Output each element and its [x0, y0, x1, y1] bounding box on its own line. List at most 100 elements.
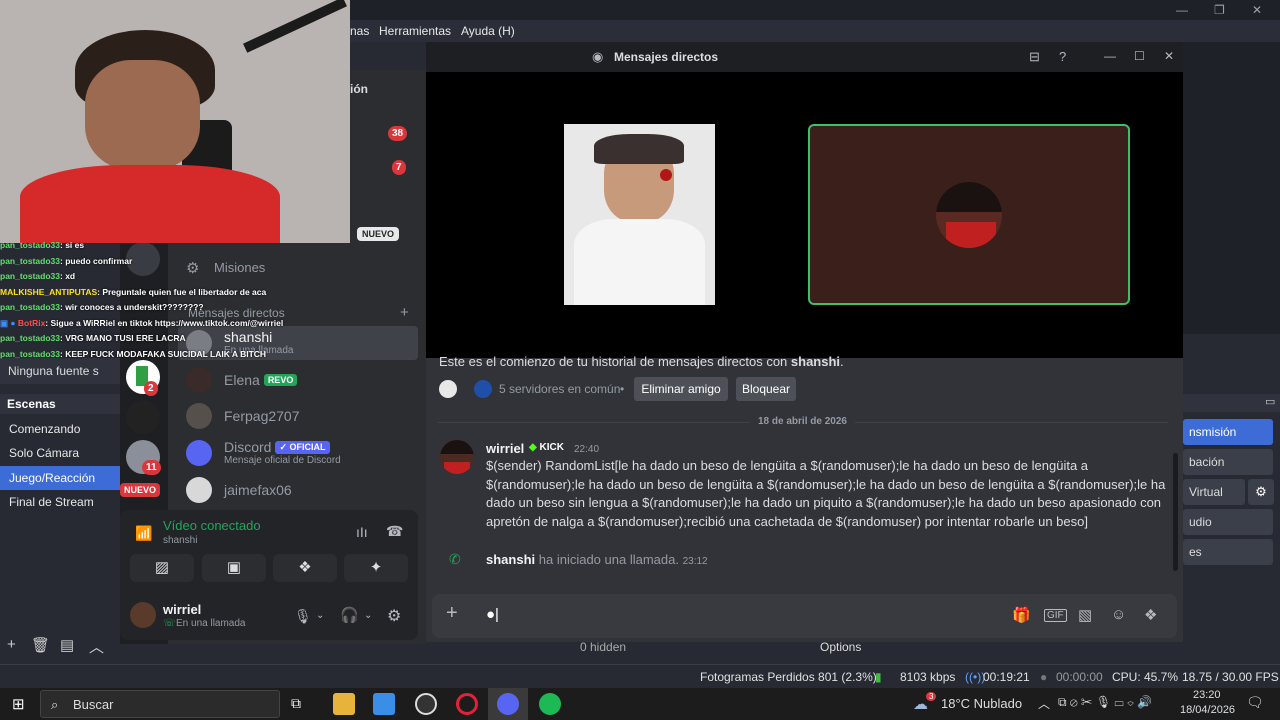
- video-tile-speaking[interactable]: [808, 124, 1130, 305]
- message-author[interactable]: wirriel: [486, 441, 524, 456]
- menu-item-herramientas[interactable]: Herramientas: [379, 24, 451, 38]
- chat-line: pan_tostado33: si es: [0, 238, 360, 254]
- remove-friend-button[interactable]: Eliminar amigo: [634, 377, 728, 401]
- camera-off-icon[interactable]: ▨: [130, 554, 194, 582]
- obs-icon[interactable]: [415, 693, 437, 715]
- block-button[interactable]: Bloquear: [736, 377, 796, 401]
- dropped-frames: Fotogramas Perdidos 801 (2.3%): [700, 670, 877, 684]
- gift-icon[interactable]: 🎁: [1012, 606, 1031, 624]
- gif-icon[interactable]: GIF: [1044, 609, 1067, 622]
- chevron-up-icon[interactable]: ︿: [89, 636, 104, 657]
- settings-gear-icon[interactable]: ⚙: [387, 606, 401, 626]
- emoji-icon[interactable]: ☺: [1111, 606, 1126, 623]
- guild-badge: 2: [144, 381, 158, 396]
- trash-icon[interactable]: 🗑: [31, 636, 50, 654]
- user-avatar[interactable]: [130, 602, 156, 628]
- video-tile[interactable]: [564, 124, 715, 305]
- dm-item-discord[interactable]: Discord ✓ OFICIAL Mensaje oficial de Disc…: [178, 436, 418, 470]
- dm-item-jaimefax[interactable]: jaimefax06: [178, 473, 418, 507]
- menu-item-ayuda[interactable]: Ayuda (H): [461, 24, 515, 38]
- close-icon[interactable]: ✕: [1164, 49, 1174, 63]
- server-icon[interactable]: [474, 380, 492, 398]
- dm-name-text: Discord: [224, 439, 272, 455]
- start-recording-button[interactable]: bación: [1183, 449, 1273, 475]
- apps-icon[interactable]: ❖: [1144, 606, 1157, 624]
- kick-tag: ◆ KICK: [529, 442, 564, 453]
- clock-time[interactable]: 23:20: [1193, 689, 1221, 701]
- hair-shape: [440, 440, 474, 454]
- attach-plus-icon[interactable]: +: [446, 602, 458, 625]
- avatar: [186, 367, 212, 393]
- microphone-icon[interactable]: 🎙: [294, 608, 312, 625]
- taskbar-search[interactable]: ⌕ Buscar: [40, 690, 280, 718]
- call-event-text: ha iniciado una llamada.: [538, 552, 679, 567]
- sticker-icon[interactable]: ▧: [1078, 606, 1092, 624]
- chat-msg: : KEEP FUCK MODAFAKA SUICIDAL LAIK A BIT…: [60, 348, 267, 359]
- server-icon[interactable]: [439, 380, 457, 398]
- studio-mode-button[interactable]: udio: [1183, 509, 1273, 535]
- tray-icons[interactable]: ⧉ ⊘ ✂ 🎙 ▭ ⌔ 🔊: [1058, 695, 1152, 710]
- notification-badge: 7: [392, 160, 406, 175]
- scene-item[interactable]: Solo Cámara: [0, 441, 120, 465]
- voice-channel[interactable]: shanshi: [163, 535, 197, 546]
- dm-item-ferpag[interactable]: Ferpag2707: [178, 399, 418, 433]
- new-dm-icon[interactable]: +: [400, 304, 409, 321]
- inbox-icon[interactable]: ⊟: [1029, 49, 1040, 65]
- dm-item-elena[interactable]: Elena REVO: [178, 363, 418, 397]
- clock-date[interactable]: 18/04/2026: [1180, 704, 1235, 716]
- chat-user: pan_tostado33: [0, 348, 60, 359]
- chevron-down-icon[interactable]: ⌄: [316, 610, 324, 621]
- new-badge: NUEVO: [357, 227, 400, 241]
- screen-share-icon[interactable]: ▣: [202, 554, 266, 582]
- discord-titlebar: [426, 42, 1183, 72]
- help-icon[interactable]: ?: [1059, 49, 1066, 64]
- add-icon[interactable]: +: [7, 636, 16, 653]
- rec-icon: ●: [1040, 670, 1048, 684]
- mixer-options[interactable]: Options: [820, 640, 861, 654]
- guild-icon-car-audio[interactable]: [126, 400, 160, 434]
- dm-name: jaimefax06: [224, 482, 292, 498]
- activities-icon[interactable]: ❖: [273, 554, 337, 582]
- chevron-up-icon[interactable]: ︿: [1038, 695, 1050, 712]
- notification-badge: 38: [388, 126, 408, 141]
- call-event-user[interactable]: shanshi: [486, 552, 535, 567]
- headphones-icon[interactable]: 🎧: [340, 606, 359, 624]
- message-avatar[interactable]: [440, 440, 474, 474]
- close-icon[interactable]: ✕: [1252, 3, 1262, 17]
- start-stream-button[interactable]: nsmisión: [1183, 419, 1273, 445]
- scene-item[interactable]: Comenzando: [0, 417, 120, 441]
- discord-icon[interactable]: [497, 693, 519, 715]
- menu-item[interactable]: nas: [350, 24, 369, 38]
- message-line: $(sender) RandomList[le ha dado un beso …: [486, 458, 1089, 473]
- mutual-servers[interactable]: 5 servidores en común: [499, 382, 620, 396]
- maximize-icon[interactable]: ❐: [1214, 3, 1225, 17]
- filter-icon[interactable]: ▤: [60, 636, 74, 654]
- scene-item[interactable]: Final de Stream: [0, 490, 120, 514]
- soundboard-icon[interactable]: ✦: [344, 554, 408, 582]
- search-icon: ⌕: [51, 697, 59, 712]
- opera-icon[interactable]: [456, 693, 478, 715]
- file-explorer-icon[interactable]: [333, 693, 355, 715]
- chevron-down-icon[interactable]: ⌄: [364, 610, 372, 621]
- message-composer[interactable]: + ●| 🎁 GIF ▧ ☺ ❖: [432, 594, 1177, 638]
- maximize-icon[interactable]: ☐: [1134, 49, 1145, 63]
- weather-text[interactable]: 18°C Nublado: [941, 696, 1022, 711]
- task-view-icon[interactable]: ⧉: [291, 695, 301, 712]
- windows-start-icon[interactable]: ⊞: [12, 695, 25, 713]
- chat-msg: : si es: [60, 240, 85, 250]
- notification-icon[interactable]: 🗨: [1246, 694, 1264, 711]
- scrollbar[interactable]: [1173, 453, 1178, 571]
- settings-button[interactable]: es: [1183, 539, 1273, 565]
- spotify-icon[interactable]: [539, 693, 561, 715]
- dock-icon[interactable]: ▭: [1265, 395, 1275, 408]
- scene-item-selected[interactable]: Juego/Reacción: [0, 466, 120, 490]
- message-input[interactable]: ●|: [486, 606, 499, 623]
- gear-icon[interactable]: ⚙: [1248, 479, 1274, 505]
- minimize-icon[interactable]: —: [1176, 3, 1188, 17]
- noise-suppression-icon[interactable]: ıIı: [356, 524, 368, 540]
- virtual-camera-button[interactable]: Virtual: [1183, 479, 1245, 505]
- minimize-icon[interactable]: —: [1104, 49, 1116, 63]
- store-icon[interactable]: [373, 693, 395, 715]
- chat-msg: : puedo confirmar: [60, 255, 133, 266]
- disconnect-icon[interactable]: ☎: [386, 523, 403, 540]
